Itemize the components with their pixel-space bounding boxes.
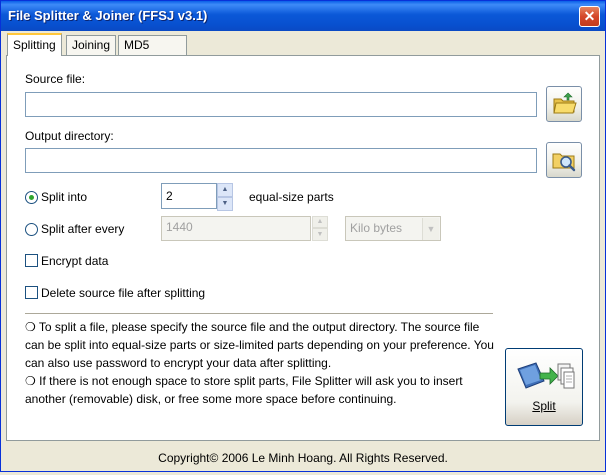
close-button[interactable]: ✕ — [579, 6, 600, 27]
source-file-browse-button[interactable] — [546, 86, 582, 122]
output-directory-label: Output directory: — [25, 129, 114, 143]
bullet-icon: ❍ — [25, 374, 36, 388]
encrypt-data-checkbox[interactable] — [25, 254, 38, 267]
app-window: File Splitter & Joiner (FFSJ v3.1) ✕ Spl… — [0, 0, 606, 472]
split-after-every-radio[interactable] — [25, 223, 38, 236]
window-title: File Splitter & Joiner (FFSJ v3.1) — [8, 8, 208, 23]
help-text-line-2: If there is not enough space to store sp… — [25, 374, 463, 406]
delete-source-label: Delete source file after splitting — [41, 286, 206, 300]
source-file-label: Source file: — [25, 72, 86, 86]
open-folder-icon — [553, 92, 577, 114]
equal-size-parts-label: equal-size parts — [249, 190, 334, 204]
split-size-input[interactable]: 1440 — [161, 216, 311, 241]
close-icon: ✕ — [583, 8, 596, 24]
chevron-down-icon: ▼ — [422, 218, 439, 240]
delete-source-checkbox[interactable] — [25, 286, 38, 299]
split-files-icon — [517, 362, 575, 389]
split-into-label: Split into — [41, 190, 88, 204]
copyright-footer: Copyright© 2006 Le Minh Hoang. All Right… — [158, 451, 448, 465]
spin-down-icon[interactable]: ▼ — [217, 197, 233, 211]
split-into-spinner[interactable]: ▲ ▼ — [217, 183, 233, 211]
size-unit-select[interactable]: Kilo bytes ▼ — [345, 216, 441, 241]
output-directory-input[interactable] — [25, 148, 537, 173]
title-bar[interactable]: File Splitter & Joiner (FFSJ v3.1) ✕ — [1, 1, 605, 31]
split-size-spinner[interactable]: ▲ ▼ — [312, 216, 328, 241]
radio-selected-dot — [29, 195, 34, 200]
help-text-line-1: To split a file, please specify the sour… — [25, 320, 494, 370]
split-into-parts-input[interactable]: 2 — [161, 183, 217, 209]
tab-md5-checksum[interactable]: MD5 Checksum — [118, 35, 187, 71]
split-after-every-label: Split after every — [41, 222, 125, 236]
output-directory-browse-button[interactable] — [546, 142, 582, 178]
split-into-radio[interactable] — [25, 191, 38, 204]
divider — [25, 313, 493, 315]
size-unit-value: Kilo bytes — [350, 221, 403, 235]
source-file-input[interactable] — [25, 92, 537, 117]
encrypt-data-label: Encrypt data — [41, 254, 109, 268]
spin-down-icon[interactable]: ▼ — [312, 228, 328, 241]
spin-up-icon[interactable]: ▲ — [217, 183, 233, 197]
split-button-label: Split — [532, 399, 556, 413]
browse-folder-icon — [552, 153, 576, 172]
tab-joining[interactable]: Joining — [66, 35, 117, 55]
splitting-panel: Source file: Output directory: Split int… — [6, 55, 600, 441]
tab-splitting[interactable]: Splitting — [7, 33, 62, 56]
help-text: ❍ To split a file, please specify the so… — [25, 318, 499, 408]
split-button[interactable]: Split — [505, 348, 583, 426]
bullet-icon: ❍ — [25, 320, 36, 334]
spin-up-icon[interactable]: ▲ — [312, 216, 328, 228]
